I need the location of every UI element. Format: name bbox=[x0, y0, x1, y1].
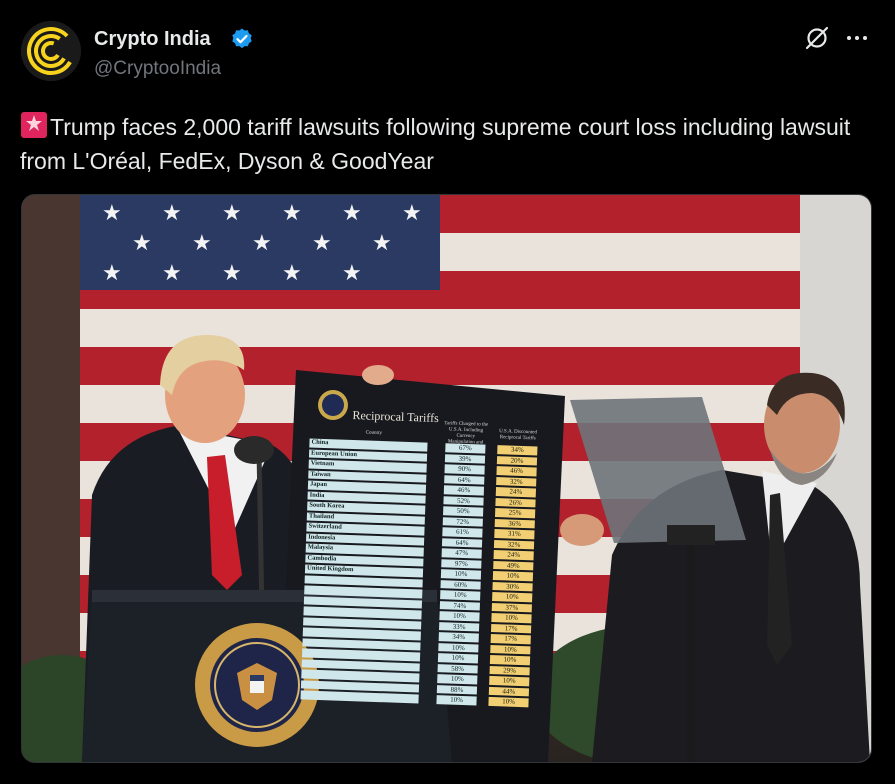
tariff-reciprocal: 32% bbox=[493, 539, 535, 550]
verified-badge-icon bbox=[232, 28, 252, 49]
tweet-text: Trump faces 2,000 tariff lawsuits follow… bbox=[20, 110, 870, 178]
tariff-rows: China 67% 34% European Union 39% 20% Vietnam 90… bbox=[300, 438, 549, 709]
tariff-charged: 10% bbox=[437, 653, 479, 664]
tariff-reciprocal: 36% bbox=[494, 518, 535, 529]
tariff-reciprocal: 10% bbox=[489, 654, 531, 665]
tariff-reciprocal: 34% bbox=[497, 445, 538, 455]
tariff-reciprocal: 10% bbox=[490, 644, 531, 655]
tariff-charged: 10% bbox=[438, 642, 479, 653]
svg-text:★: ★ bbox=[222, 201, 242, 226]
tariff-reciprocal: 32% bbox=[496, 476, 537, 487]
avatar[interactable] bbox=[21, 21, 81, 81]
svg-text:★: ★ bbox=[312, 231, 332, 256]
tariff-charged: 10% bbox=[437, 674, 478, 685]
tariff-reciprocal: 44% bbox=[488, 686, 530, 697]
account-handle[interactable]: @CryptooIndia bbox=[94, 58, 221, 80]
column-header-reciprocal: U.S.A. Discounted Reciprocal Tariffs bbox=[498, 429, 537, 442]
tariff-reciprocal: 10% bbox=[489, 675, 530, 686]
svg-text:★: ★ bbox=[282, 201, 302, 226]
more-dots-icon[interactable] bbox=[845, 26, 869, 50]
tariff-reciprocal: 26% bbox=[495, 497, 536, 508]
tariff-charged: 90% bbox=[444, 464, 485, 475]
svg-text:★: ★ bbox=[162, 261, 182, 286]
tariff-reciprocal: 37% bbox=[491, 602, 532, 613]
tariff-charged: 88% bbox=[436, 684, 478, 695]
tariff-charged: 64% bbox=[444, 474, 485, 485]
svg-text:★: ★ bbox=[372, 231, 392, 256]
police-siren-icon bbox=[21, 112, 47, 138]
svg-text:★: ★ bbox=[192, 231, 212, 256]
tariff-charged: 64% bbox=[441, 537, 483, 548]
tariff-reciprocal: 17% bbox=[490, 633, 531, 644]
svg-text:★: ★ bbox=[282, 261, 302, 286]
tweet-body: Trump faces 2,000 tariff lawsuits follow… bbox=[20, 114, 851, 174]
tariff-charged: 52% bbox=[443, 495, 484, 506]
tariff-reciprocal: 20% bbox=[496, 455, 538, 466]
tariff-charged: 39% bbox=[444, 453, 486, 464]
svg-text:★: ★ bbox=[132, 231, 152, 256]
tariff-charged: 67% bbox=[445, 443, 486, 454]
tariff-reciprocal: 24% bbox=[495, 487, 537, 497]
tariff-charged: 97% bbox=[441, 558, 482, 569]
tariff-reciprocal: 49% bbox=[493, 560, 534, 571]
tariff-reciprocal: 10% bbox=[488, 696, 529, 707]
svg-text:★: ★ bbox=[342, 261, 362, 286]
tariff-reciprocal: 10% bbox=[492, 571, 534, 581]
svg-text:★: ★ bbox=[102, 261, 122, 286]
tariff-charged: 10% bbox=[436, 695, 477, 706]
tariff-reciprocal: 46% bbox=[496, 466, 537, 476]
grok-icon[interactable] bbox=[803, 24, 831, 52]
svg-text:★: ★ bbox=[252, 231, 272, 256]
tariff-charged: 10% bbox=[439, 611, 480, 622]
board-title: Reciprocal Tariffs bbox=[352, 408, 440, 426]
tariff-charged: 50% bbox=[443, 506, 484, 517]
tariff-country bbox=[300, 690, 419, 703]
tariff-reciprocal: 10% bbox=[491, 612, 532, 623]
tariff-board-content: Reciprocal Tariffs Country Tariffs Charg… bbox=[282, 370, 556, 762]
tariff-charged: 10% bbox=[440, 569, 482, 580]
svg-text:★: ★ bbox=[222, 261, 242, 286]
tariff-charged: 34% bbox=[438, 632, 479, 643]
tariff-reciprocal: 29% bbox=[489, 665, 530, 676]
tariff-charged: 10% bbox=[440, 590, 481, 601]
svg-text:★: ★ bbox=[402, 201, 422, 226]
tariff-charged: 72% bbox=[442, 516, 483, 527]
tariff-charged: 33% bbox=[439, 621, 480, 632]
tariff-reciprocal: 25% bbox=[495, 508, 536, 518]
tariff-charged: 46% bbox=[443, 485, 485, 496]
tariff-charged: 58% bbox=[437, 663, 478, 674]
tariff-reciprocal: 17% bbox=[490, 623, 532, 634]
svg-text:★: ★ bbox=[162, 201, 182, 226]
svg-text:★: ★ bbox=[102, 201, 122, 226]
tariff-charged: 74% bbox=[439, 600, 481, 611]
crypto-india-c-logo-icon bbox=[21, 21, 81, 81]
tariff-charged: 60% bbox=[440, 579, 481, 590]
account-name[interactable]: Crypto India bbox=[94, 28, 211, 51]
tariff-charged: 47% bbox=[441, 548, 482, 559]
tariff-charged: 61% bbox=[442, 527, 483, 538]
tariff-reciprocal: 31% bbox=[494, 529, 535, 539]
svg-text:★: ★ bbox=[342, 201, 362, 226]
tariff-reciprocal: 30% bbox=[492, 581, 533, 592]
tariff-reciprocal: 10% bbox=[492, 591, 533, 602]
tweet-photo[interactable]: ★ ★ ★ ★ ★ ★ ★ ★ ★ ★ ★ ★ ★ ★ ★ ★ Reciproc… bbox=[21, 194, 872, 763]
tariff-reciprocal: 24% bbox=[493, 550, 534, 560]
